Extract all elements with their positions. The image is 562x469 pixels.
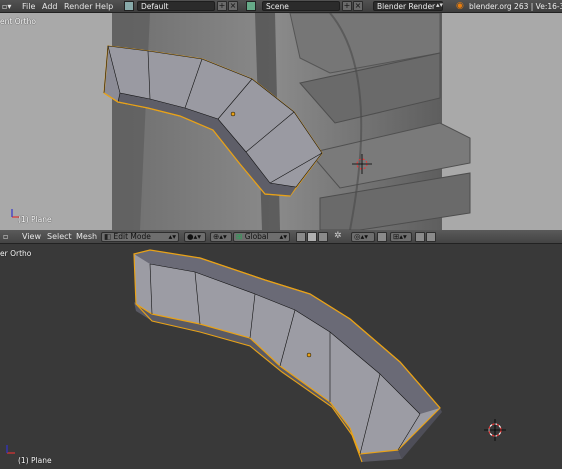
orientation-label: Global: [244, 232, 269, 241]
view3d-header: ▫ View Select Mesh ◧ Edit Mode ▴▾ ●▴▾ ⊕▴…: [0, 230, 562, 244]
chevron-down-icon: ▴▾: [279, 232, 287, 241]
menu-add[interactable]: Add: [42, 2, 58, 11]
view-label-bottom: er Ortho: [0, 249, 32, 258]
editor-type-icon[interactable]: ▫: [3, 232, 8, 241]
render-anim-icon[interactable]: [426, 232, 436, 242]
object-origin[interactable]: [230, 111, 236, 117]
manipulator-icon: ⊞: [236, 232, 243, 241]
scene-field[interactable]: Scene: [262, 1, 340, 11]
menu-render[interactable]: Render: [64, 2, 92, 11]
mode-label: Edit Mode: [113, 232, 151, 241]
screen-layout-field[interactable]: Default: [137, 1, 215, 11]
edit-mode-icon: ◧: [104, 232, 112, 241]
menu-mesh[interactable]: Mesh: [76, 232, 97, 241]
snap-icon[interactable]: ⊞▴▾: [390, 232, 412, 242]
screen-icon[interactable]: [124, 1, 134, 11]
vertex-select-icon[interactable]: [296, 232, 306, 242]
limit-selection-icon[interactable]: ✲: [334, 231, 342, 241]
menu-select[interactable]: Select: [47, 232, 72, 241]
viewport-top[interactable]: ent Ortho (1) Plane: [0, 13, 562, 230]
chevron-down-icon: ▴▾: [436, 1, 444, 9]
transform-orientation-select[interactable]: ⊞ Global ▴▾: [233, 232, 290, 242]
add-icon[interactable]: +: [217, 1, 227, 11]
render-engine-select[interactable]: Blender Render: [373, 1, 443, 11]
object-origin[interactable]: [306, 352, 312, 358]
chevron-down-icon: ▴▾: [168, 232, 176, 241]
editor-type-icon[interactable]: ▫▾: [2, 2, 11, 11]
close-icon[interactable]: ×: [353, 1, 363, 11]
mode-select[interactable]: ◧ Edit Mode ▴▾: [101, 232, 179, 242]
view-label-top: ent Ortho: [0, 17, 36, 26]
viewport-bottom[interactable]: er Ortho (1) Plane: [0, 244, 562, 469]
proportional-edit-icon[interactable]: ◎▴▾: [351, 232, 375, 242]
menu-file[interactable]: File: [22, 2, 35, 11]
blender-logo-icon: ◉: [456, 1, 464, 11]
object-label-top: (1) Plane: [18, 215, 52, 224]
add-icon[interactable]: +: [342, 1, 352, 11]
menu-view[interactable]: View: [22, 232, 41, 241]
viewport-shading-icon[interactable]: ●▴▾: [184, 232, 206, 242]
info-header: ▫▾ File Add Render Help Default + × Scen…: [0, 0, 562, 13]
snap-element-icon[interactable]: [377, 232, 387, 242]
close-icon[interactable]: ×: [228, 1, 238, 11]
axis-gizmo: [6, 445, 15, 454]
stats-info: blender.org 263 | Ve:16-32 |: [469, 2, 562, 11]
viewport-bottom-canvas: [6, 249, 506, 463]
face-select-icon[interactable]: [318, 232, 328, 242]
render-icon[interactable]: [415, 232, 425, 242]
pivot-icon[interactable]: ⊕▴▾: [210, 232, 232, 242]
edge-select-icon[interactable]: [307, 232, 317, 242]
scene-icon[interactable]: [246, 1, 256, 11]
3d-cursor-icon[interactable]: [484, 419, 506, 441]
mesh-overlay-bottom: [133, 249, 442, 463]
viewport-top-canvas: [11, 13, 471, 230]
menu-help[interactable]: Help: [95, 2, 113, 11]
object-label-bottom: (1) Plane: [18, 456, 52, 465]
